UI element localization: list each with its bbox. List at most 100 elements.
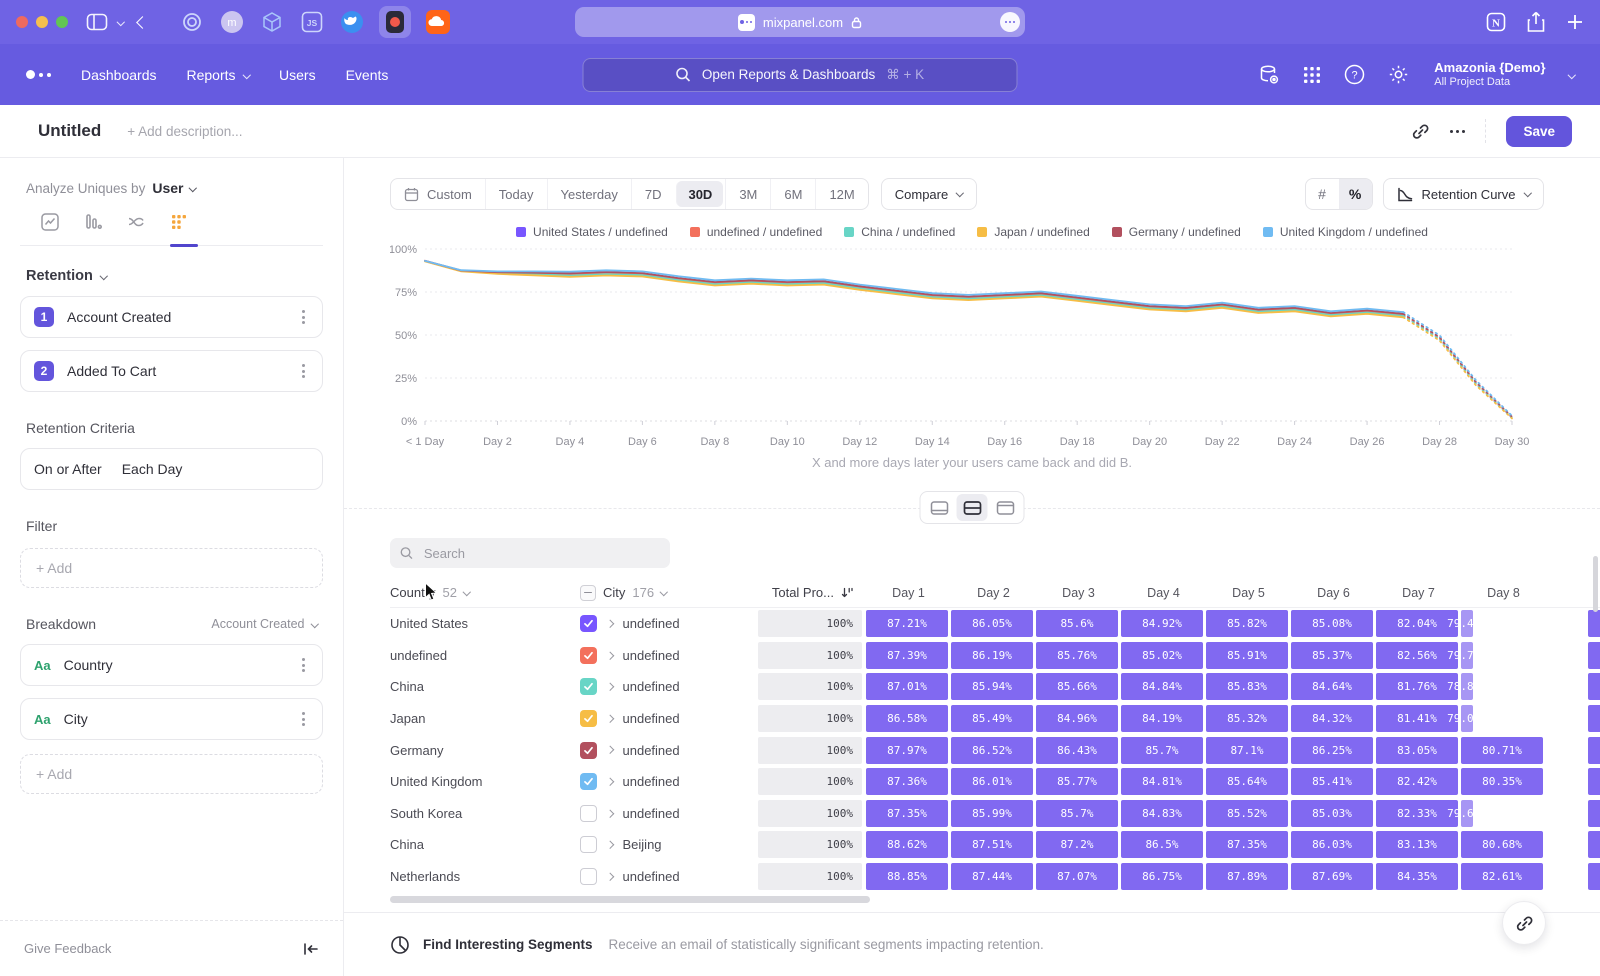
range-30d[interactable]: 30D <box>676 181 723 207</box>
more-actions-icon[interactable] <box>1450 130 1465 133</box>
criteria-mode[interactable]: On or After <box>34 461 102 477</box>
cube-extension-icon[interactable] <box>259 9 285 35</box>
browser-sidebar-icon[interactable] <box>86 13 108 31</box>
range-7d[interactable]: 7D <box>631 179 675 209</box>
view-table-only-icon[interactable] <box>990 494 1021 521</box>
address-bar[interactable]: mixpanel.com <box>575 7 1025 37</box>
target-extension-icon[interactable] <box>179 9 205 35</box>
count-toggle[interactable]: # <box>1306 179 1339 209</box>
expand-row-chevron-icon[interactable] <box>606 620 614 628</box>
retention-section-title[interactable]: Retention <box>26 268 93 284</box>
segments-title[interactable]: Find Interesting Segments <box>423 937 593 952</box>
help-icon[interactable]: ? <box>1344 64 1365 85</box>
save-button[interactable]: Save <box>1506 116 1572 147</box>
row-checkbox[interactable] <box>580 836 597 853</box>
project-switcher[interactable]: Amazonia {Demo} All Project Data <box>1434 60 1545 89</box>
give-feedback-link[interactable]: Give Feedback <box>24 941 111 956</box>
step-menu-icon[interactable] <box>298 306 309 328</box>
breakdown-card-country[interactable]: Aa Country <box>20 644 323 686</box>
range-yesterday[interactable]: Yesterday <box>547 179 631 209</box>
range-custom[interactable]: Custom <box>391 179 485 209</box>
row-checkbox[interactable] <box>580 615 597 632</box>
range-12m[interactable]: 12M <box>815 179 867 209</box>
legend-item[interactable]: undefined / undefined <box>690 225 822 239</box>
day-column-header[interactable]: Day 4 <box>1121 586 1206 600</box>
legend-item[interactable]: China / undefined <box>844 225 955 239</box>
nav-item-users[interactable]: Users <box>279 67 316 83</box>
row-checkbox[interactable] <box>580 773 597 790</box>
legend-item[interactable]: Germany / undefined <box>1112 225 1241 239</box>
close-window-button[interactable] <box>16 16 28 28</box>
day-column-header[interactable]: Day 6 <box>1291 586 1376 600</box>
add-description[interactable]: + Add description... <box>127 124 242 139</box>
share-icon[interactable] <box>1526 11 1546 33</box>
back-icon[interactable] <box>138 18 147 27</box>
cloud-extension-icon[interactable] <box>425 9 451 35</box>
expand-row-chevron-icon[interactable] <box>606 841 614 849</box>
total-column-header[interactable]: Total Pro... <box>758 585 866 600</box>
breakdown-card-city[interactable]: Aa City <box>20 698 323 740</box>
step-card-2[interactable]: 2 Added To Cart <box>20 350 323 392</box>
share-link-fab[interactable] <box>1502 901 1546 945</box>
day-column-header[interactable]: Day 3 <box>1036 586 1121 600</box>
more-options-badge[interactable] <box>1000 12 1020 32</box>
row-checkbox[interactable] <box>580 805 597 822</box>
global-search[interactable]: Open Reports & Dashboards ⌘ + K <box>583 58 1018 92</box>
tab-funnels[interactable] <box>71 212 114 232</box>
nav-item-dashboards[interactable]: Dashboards <box>81 67 157 83</box>
row-checkbox[interactable] <box>580 868 597 885</box>
day-column-header[interactable]: Day 8 <box>1461 586 1546 600</box>
chevron-down-icon[interactable] <box>118 19 124 25</box>
tab-insights[interactable] <box>28 212 71 232</box>
collapse-sidebar-icon[interactable] <box>303 942 319 956</box>
expand-row-chevron-icon[interactable] <box>606 715 614 723</box>
add-breakdown-button[interactable]: + Add <box>20 754 323 794</box>
view-chart-and-table-icon[interactable] <box>957 494 988 521</box>
mixpanel-logo[interactable] <box>26 70 51 79</box>
analyze-value[interactable]: User <box>152 180 183 196</box>
day-column-header[interactable]: Day 1 <box>866 586 951 600</box>
legend-item[interactable]: United States / undefined <box>516 225 668 239</box>
report-title[interactable]: Untitled <box>38 121 101 141</box>
criteria-interval[interactable]: Each Day <box>122 461 183 477</box>
row-checkbox[interactable] <box>580 710 597 727</box>
data-management-icon[interactable] <box>1258 64 1280 86</box>
bird-extension-icon[interactable] <box>339 9 365 35</box>
step-card-1[interactable]: 1 Account Created <box>20 296 323 338</box>
copy-link-icon[interactable] <box>1411 122 1430 141</box>
horizontal-scrollbar[interactable] <box>390 896 870 903</box>
js-extension-icon[interactable]: JS <box>299 9 325 35</box>
vertical-scrollbar[interactable] <box>1593 556 1598 612</box>
row-checkbox[interactable] <box>580 742 597 759</box>
step-menu-icon[interactable] <box>298 360 309 382</box>
recorder-extension-icon[interactable] <box>383 10 407 34</box>
legend-item[interactable]: Japan / undefined <box>977 225 1089 239</box>
nav-item-reports[interactable]: Reports <box>187 67 250 83</box>
city-column-header[interactable]: City 176 <box>580 585 758 601</box>
breakdown-scope-selector[interactable]: Account Created <box>211 617 317 631</box>
maximize-window-button[interactable] <box>56 16 68 28</box>
row-checkbox[interactable] <box>580 647 597 664</box>
tab-retention[interactable] <box>157 212 200 232</box>
chart-type-button[interactable]: Retention Curve <box>1383 178 1544 210</box>
day-column-header[interactable]: Day 2 <box>951 586 1036 600</box>
view-chart-only-icon[interactable] <box>924 494 955 521</box>
legend-item[interactable]: United Kingdom / undefined <box>1263 225 1428 239</box>
breakdown-menu-icon[interactable] <box>298 654 309 676</box>
table-search-input[interactable] <box>422 545 660 562</box>
avatar-m-extension-icon[interactable]: m <box>219 9 245 35</box>
expand-row-chevron-icon[interactable] <box>606 683 614 691</box>
tab-flows[interactable] <box>114 212 157 232</box>
expand-row-chevron-icon[interactable] <box>606 873 614 881</box>
day-column-header[interactable]: Day 7 <box>1376 586 1461 600</box>
percent-toggle[interactable]: % <box>1339 179 1372 209</box>
new-tab-icon[interactable] <box>1566 13 1584 31</box>
expand-row-chevron-icon[interactable] <box>606 809 614 817</box>
expand-row-chevron-icon[interactable] <box>606 746 614 754</box>
range-6m[interactable]: 6M <box>770 179 815 209</box>
range-3m[interactable]: 3M <box>725 179 770 209</box>
range-today[interactable]: Today <box>485 179 547 209</box>
apps-grid-icon[interactable] <box>1303 66 1321 84</box>
notion-icon[interactable]: N <box>1486 12 1506 32</box>
add-filter-button[interactable]: + Add <box>20 548 323 588</box>
